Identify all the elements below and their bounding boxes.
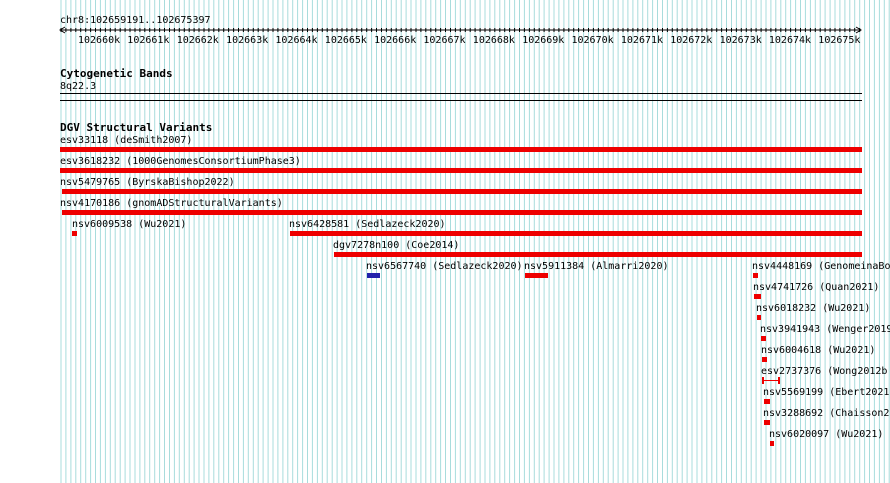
dgv-feature-label[interactable]: nsv6009538 (Wu2021) bbox=[72, 219, 186, 230]
dgv-track-title: DGV Structural Variants bbox=[60, 121, 213, 134]
dgv-feature-bar[interactable] bbox=[62, 210, 862, 215]
dgv-feature-bar[interactable] bbox=[62, 189, 862, 194]
dgv-feature-label[interactable]: nsv6567740 (Sedlazeck2020) bbox=[366, 261, 523, 272]
dgv-feature-label[interactable]: dgv7278n100 (Coe2014) bbox=[333, 240, 459, 251]
dgv-feature-bar[interactable] bbox=[72, 231, 77, 236]
dgv-feature-label[interactable]: nsv3941943 (Wenger2019 bbox=[760, 324, 890, 335]
dgv-feature-label[interactable]: nsv4170186 (gnomADStructuralVariants) bbox=[60, 198, 283, 209]
ruler-tick-label: 102661k bbox=[127, 35, 170, 46]
dgv-feature-bar[interactable] bbox=[757, 315, 761, 320]
dgv-feature-label[interactable]: nsv6018232 (Wu2021) bbox=[756, 303, 870, 314]
dgv-feature-label[interactable]: nsv5911384 (Almarri2020) bbox=[524, 261, 669, 272]
dgv-feature-label[interactable]: nsv6020097 (Wu2021) bbox=[769, 429, 883, 440]
ruler-tick-label: 102665k bbox=[324, 35, 367, 46]
ruler-tick-label: 102662k bbox=[176, 35, 219, 46]
ruler-tick-label: 102670k bbox=[571, 35, 614, 46]
dgv-feature-bar[interactable] bbox=[367, 273, 380, 278]
dgv-feature-bar[interactable] bbox=[60, 147, 862, 152]
dgv-feature-label[interactable]: nsv6428581 (Sedlazeck2020) bbox=[289, 219, 446, 230]
ruler-tick-label: 102663k bbox=[226, 35, 269, 46]
dgv-feature-label[interactable]: esv33118 (deSmith2007) bbox=[60, 135, 192, 146]
dgv-feature-bar[interactable] bbox=[764, 420, 770, 425]
dgv-feature-bar[interactable] bbox=[770, 441, 774, 446]
dgv-feature-bar[interactable] bbox=[764, 399, 770, 404]
ruler-tick-label: 102660k bbox=[78, 35, 121, 46]
dgv-feature-bar[interactable] bbox=[761, 336, 766, 341]
ruler-tick-label: 102673k bbox=[719, 35, 762, 46]
ruler-tick-label: 102672k bbox=[670, 35, 713, 46]
cytoband-label[interactable]: 8q22.3 bbox=[60, 81, 96, 92]
dgv-feature-bar[interactable] bbox=[762, 357, 767, 362]
dgv-feature-label[interactable]: nsv6004618 (Wu2021) bbox=[761, 345, 875, 356]
dgv-feature-bar[interactable] bbox=[334, 252, 862, 257]
genome-browser-view: chr8:102659191..102675397 102660k 102661k… bbox=[0, 0, 890, 483]
track-divider bbox=[60, 100, 862, 101]
dgv-feature-label[interactable]: esv3618232 (1000GenomesConsortiumPhase3) bbox=[60, 156, 301, 167]
cytoband-line bbox=[60, 93, 862, 94]
dgv-feature-bar[interactable] bbox=[290, 231, 862, 236]
ruler-tick-label: 102667k bbox=[423, 35, 466, 46]
dgv-feature-bar[interactable] bbox=[762, 377, 781, 385]
dgv-feature-label[interactable]: esv2737376 (Wong2012b bbox=[761, 366, 887, 377]
dgv-feature-label[interactable]: nsv4448169 (GenomeinaBo bbox=[752, 261, 890, 272]
dgv-feature-bar[interactable] bbox=[60, 168, 862, 173]
dgv-feature-label[interactable]: nsv4741726 (Quan2021) bbox=[753, 282, 879, 293]
dgv-feature-label[interactable]: nsv5479765 (ByrskaBishop2022) bbox=[60, 177, 235, 188]
ruler-tick-label: 102674k bbox=[768, 35, 812, 46]
dgv-feature-label[interactable]: nsv3288692 (Chaisson2 bbox=[763, 408, 889, 419]
dgv-feature-bar[interactable] bbox=[754, 294, 761, 299]
cytobands-track-title: Cytogenetic Bands bbox=[60, 67, 173, 80]
ruler-tick-label: 102669k bbox=[522, 35, 565, 46]
ruler-tick-label: 102671k bbox=[620, 35, 664, 46]
ruler-tick-label: 102666k bbox=[374, 35, 417, 46]
ruler-tick-label: 102675k bbox=[818, 35, 861, 46]
dgv-feature-bar[interactable] bbox=[753, 273, 758, 278]
dgv-feature-bar[interactable] bbox=[525, 273, 548, 278]
ruler-tick-label: 102664k bbox=[275, 35, 318, 46]
dgv-feature-label[interactable]: nsv5569199 (Ebert2021 bbox=[763, 387, 889, 398]
ruler-tick-label: 102668k bbox=[472, 35, 515, 46]
